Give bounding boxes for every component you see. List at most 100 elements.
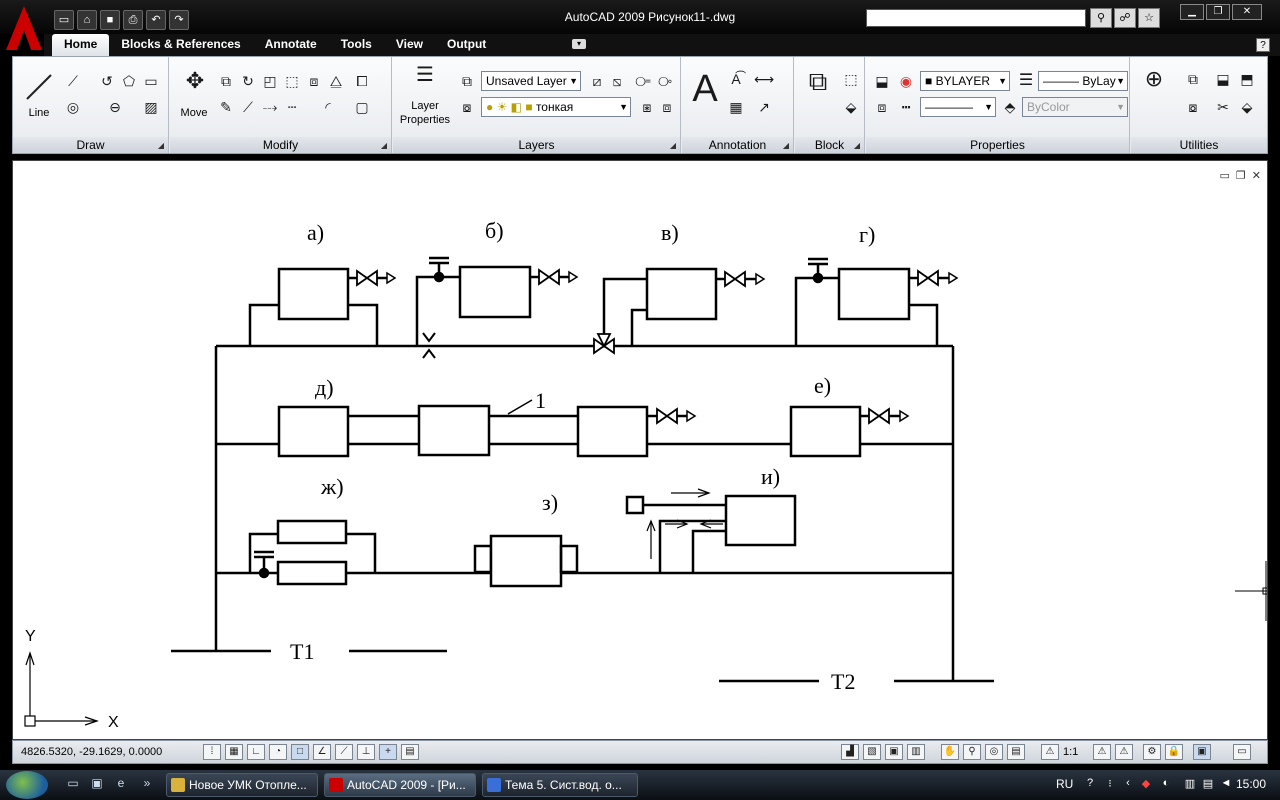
panel-draw-title[interactable]: Draw bbox=[13, 137, 168, 153]
trim-icon[interactable]: ⟋ bbox=[238, 97, 258, 117]
text-icon[interactable]: A bbox=[688, 69, 722, 109]
panel-properties-title[interactable]: Properties bbox=[866, 137, 1129, 153]
panel-draw-expand-icon[interactable]: ◢ bbox=[158, 141, 164, 150]
layer-isolate-icon[interactable]: ⧃ bbox=[633, 71, 653, 91]
line-icon[interactable] bbox=[23, 71, 55, 103]
maximize-button[interactable]: ❐ bbox=[1206, 4, 1230, 20]
tab-output[interactable]: Output bbox=[435, 34, 498, 56]
annotation-scale-value[interactable]: 1:1 bbox=[1063, 746, 1078, 758]
panel-annotation-expand-icon[interactable]: ◢ bbox=[783, 141, 789, 150]
layout1-icon[interactable]: ▧ bbox=[863, 744, 881, 760]
array-icon[interactable]: ⧠ bbox=[352, 71, 372, 91]
table-icon[interactable]: ▦ bbox=[726, 97, 746, 117]
internet-explorer-icon[interactable]: e bbox=[112, 776, 130, 794]
insert-block-icon[interactable]: ⧉ bbox=[801, 68, 835, 105]
color-combo[interactable]: ■ BYLAYER ▼ bbox=[920, 71, 1010, 91]
explode-icon[interactable]: ▢ bbox=[352, 97, 372, 117]
new-icon[interactable]: ▭ bbox=[54, 10, 74, 30]
make-current-icon[interactable]: ⧇ bbox=[457, 97, 477, 117]
tab-tools[interactable]: Tools bbox=[329, 34, 384, 56]
network-icon[interactable]: ▥ bbox=[1182, 777, 1198, 793]
layout2-icon[interactable]: ▣ bbox=[885, 744, 903, 760]
clean-screen-icon[interactable]: ▭ bbox=[1233, 744, 1251, 760]
help-icon[interactable]: ? bbox=[1256, 38, 1270, 52]
ortho-icon[interactable]: ∟ bbox=[247, 744, 265, 760]
layer-state-combo[interactable]: Unsaved Layer ▼ bbox=[481, 71, 581, 91]
erase-icon[interactable]: ✎ bbox=[216, 97, 236, 117]
layer-state-icon[interactable]: ⧉ bbox=[457, 71, 477, 91]
lineweight-icon[interactable]: ☰ bbox=[1016, 71, 1036, 91]
rotate-icon[interactable]: ↻ bbox=[238, 71, 258, 91]
ribbon-minimize-icon[interactable]: ▾ bbox=[572, 39, 586, 49]
match-properties-icon[interactable]: ⬓ bbox=[872, 71, 892, 91]
layer-off-icon[interactable]: ⧆ bbox=[637, 97, 657, 117]
show-desktop-icon[interactable]: ▭ bbox=[64, 776, 82, 794]
polygon-icon[interactable]: ⬠ bbox=[119, 71, 139, 91]
layer-combo[interactable]: ● ☀ ◧ ■ тонкая ▼ bbox=[481, 97, 631, 117]
close-button[interactable]: ✕ bbox=[1232, 4, 1262, 20]
quick-select-icon[interactable]: ⧉ bbox=[1183, 69, 1203, 89]
task-autocad[interactable]: AutoCAD 2009 - [Ри... bbox=[324, 773, 476, 797]
leader-icon[interactable]: ↗ bbox=[754, 97, 774, 117]
extend-icon[interactable]: ⤏ bbox=[260, 97, 280, 117]
cut-icon[interactable]: ✂ bbox=[1213, 97, 1233, 117]
zoom-icon[interactable]: ⚲ bbox=[963, 744, 981, 760]
redo-icon[interactable]: ↷ bbox=[169, 10, 189, 30]
panel-modify-expand-icon[interactable]: ◢ bbox=[381, 141, 387, 150]
tab-blocks-references[interactable]: Blocks & References bbox=[109, 34, 252, 56]
fillet-icon[interactable]: ◜ bbox=[318, 97, 338, 117]
isolate-objects-icon[interactable]: ▣ bbox=[1193, 744, 1211, 760]
arc-icon[interactable]: ↺ bbox=[97, 71, 117, 91]
tab-annotate[interactable]: Annotate bbox=[253, 34, 329, 56]
offset-icon[interactable]: ⧈ bbox=[304, 71, 324, 91]
hatch-icon[interactable]: ▨ bbox=[141, 97, 161, 117]
otrack-icon[interactable]: ∠ bbox=[313, 744, 331, 760]
dyn-icon[interactable]: ⊥ bbox=[357, 744, 375, 760]
favorites-icon[interactable]: ☆ bbox=[1138, 8, 1160, 28]
annotation-visibility-icon[interactable]: ⚠ bbox=[1093, 744, 1111, 760]
task-word-topic[interactable]: Тема 5. Сист.вод. о... bbox=[482, 773, 638, 797]
search-input[interactable] bbox=[866, 9, 1086, 27]
layer-unisolate-icon[interactable]: ⧂ bbox=[655, 71, 675, 91]
snap-icon[interactable]: ⁞ bbox=[203, 744, 221, 760]
circle-icon[interactable]: ◎ bbox=[63, 97, 83, 117]
volume-icon[interactable]: ◄ bbox=[1218, 777, 1234, 793]
layer-properties-label[interactable]: Layer Properties bbox=[397, 99, 453, 127]
layer-match-icon[interactable]: ⧄ bbox=[587, 71, 607, 91]
search-icon[interactable]: ⚲ bbox=[1090, 8, 1112, 28]
save-icon[interactable]: ■ bbox=[100, 10, 120, 30]
antivirus-icon[interactable]: ◆ bbox=[1138, 777, 1154, 793]
communication-center-icon[interactable]: ☍ bbox=[1114, 8, 1136, 28]
linetype-combo[interactable]: ———— ▼ bbox=[920, 97, 996, 117]
scale-icon[interactable]: ◰ bbox=[260, 71, 280, 91]
steeringwheel-icon[interactable]: ◎ bbox=[985, 744, 1003, 760]
layer-previous-icon[interactable]: ⧅ bbox=[607, 71, 627, 91]
break-icon[interactable]: ┄ bbox=[282, 97, 302, 117]
paste-icon[interactable]: ⧇ bbox=[1183, 97, 1203, 117]
help-icon[interactable]: ? bbox=[1082, 777, 1098, 793]
clock[interactable]: 15:00 bbox=[1236, 777, 1266, 791]
linetype-icon[interactable]: ┅ bbox=[896, 97, 916, 117]
panel-layers-expand-icon[interactable]: ◢ bbox=[670, 141, 676, 150]
color-wheel-icon[interactable]: ◉ bbox=[896, 71, 916, 91]
edit-block-icon[interactable]: ⬙ bbox=[841, 97, 861, 117]
lock-icon[interactable]: 🔒 bbox=[1165, 744, 1183, 760]
print-icon[interactable]: ⎙ bbox=[123, 10, 143, 30]
grid-icon[interactable]: ▦ bbox=[225, 744, 243, 760]
ducs-icon[interactable]: ⟋ bbox=[335, 744, 353, 760]
tab-view[interactable]: View bbox=[384, 34, 435, 56]
create-block-icon[interactable]: ⬚ bbox=[841, 69, 861, 89]
pan-icon[interactable]: ✋ bbox=[941, 744, 959, 760]
rectangle-icon[interactable]: ▭ bbox=[141, 71, 161, 91]
mirror-icon[interactable]: ⧋ bbox=[326, 71, 346, 91]
panel-annotation-title[interactable]: Annotation bbox=[682, 137, 793, 153]
ellipse-icon[interactable]: ⊖ bbox=[105, 97, 125, 117]
usb-icon[interactable]: ▤ bbox=[1200, 777, 1216, 793]
switch-windows-icon[interactable]: ▣ bbox=[88, 776, 106, 794]
panel-utilities-title[interactable]: Utilities bbox=[1131, 137, 1267, 153]
measure-icon[interactable]: ⊕ bbox=[1139, 68, 1169, 99]
layer-properties-icon[interactable]: ☰ bbox=[411, 65, 439, 93]
tab-home[interactable]: Home bbox=[52, 34, 110, 56]
select-all-icon[interactable]: ⬓ bbox=[1213, 69, 1233, 89]
task-word-document[interactable]: Новое УМК Отопле... bbox=[166, 773, 318, 797]
